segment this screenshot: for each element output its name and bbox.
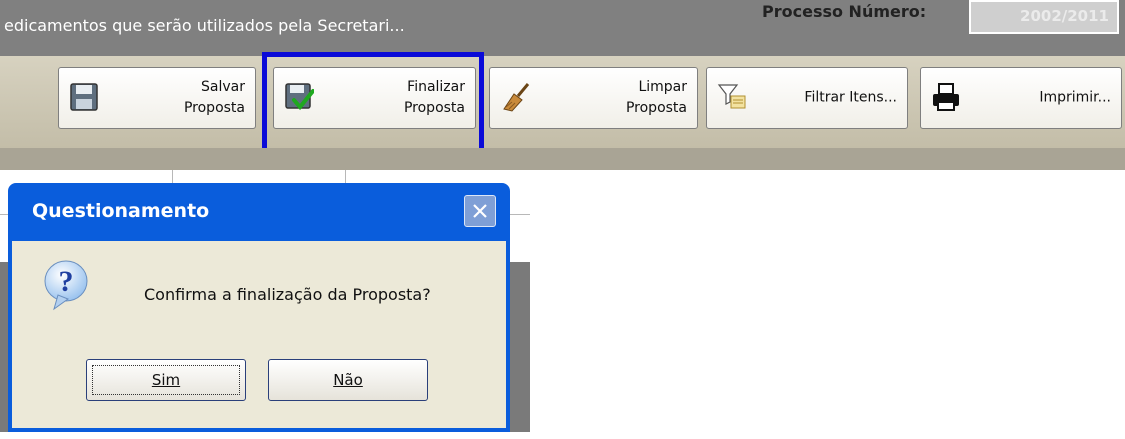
process-number-field[interactable]: 2002/2011: [969, 0, 1119, 34]
save-proposal-label: Salvar Proposta: [183, 79, 245, 116]
confirmation-dialog: Questionamento ? Confirma a finalização …: [8, 183, 510, 432]
save-proposal-button[interactable]: Salvar Proposta: [58, 67, 256, 129]
no-button-label: Não: [333, 371, 363, 389]
dialog-message: Confirma a finalização da Proposta?: [144, 285, 431, 304]
filter-items-label: Filtrar Itens...: [804, 89, 897, 106]
print-button[interactable]: Imprimir...: [920, 67, 1122, 129]
dialog-body: ? Confirma a finalização da Proposta? Si…: [12, 241, 506, 428]
process-number-value: 2002/2011: [1020, 7, 1109, 25]
dialog-title: Questionamento: [32, 200, 210, 222]
filter-items-button[interactable]: Filtrar Itens...: [706, 67, 908, 129]
top-bar: edicamentos que serão utilizados pela Se…: [0, 0, 1125, 56]
no-button[interactable]: Não: [268, 359, 428, 401]
printer-icon: [933, 83, 959, 111]
highlight-frame: [262, 52, 484, 154]
process-number-label: Processo Número:: [762, 2, 927, 21]
toolbar: Salvar Proposta Finalizar Proposta Limpa…: [0, 56, 1125, 148]
page-title: edicamentos que serão utilizados pela Se…: [4, 16, 405, 35]
clear-proposal-label: Limpar Proposta: [625, 79, 687, 116]
broom-icon: [503, 83, 530, 112]
print-label: Imprimir...: [1039, 89, 1111, 106]
close-icon: [473, 204, 487, 218]
svg-text:?: ?: [59, 265, 74, 298]
clear-proposal-button[interactable]: Limpar Proposta: [489, 67, 698, 129]
question-icon: ?: [44, 260, 88, 311]
yes-button[interactable]: Sim: [86, 359, 246, 401]
floppy-disk-icon: [70, 83, 98, 111]
dialog-titlebar[interactable]: Questionamento: [12, 183, 506, 241]
funnel-filter-icon: [717, 84, 746, 109]
focus-ring: [92, 365, 240, 395]
close-button[interactable]: [464, 195, 496, 227]
toolbar-separator: [0, 148, 1125, 170]
